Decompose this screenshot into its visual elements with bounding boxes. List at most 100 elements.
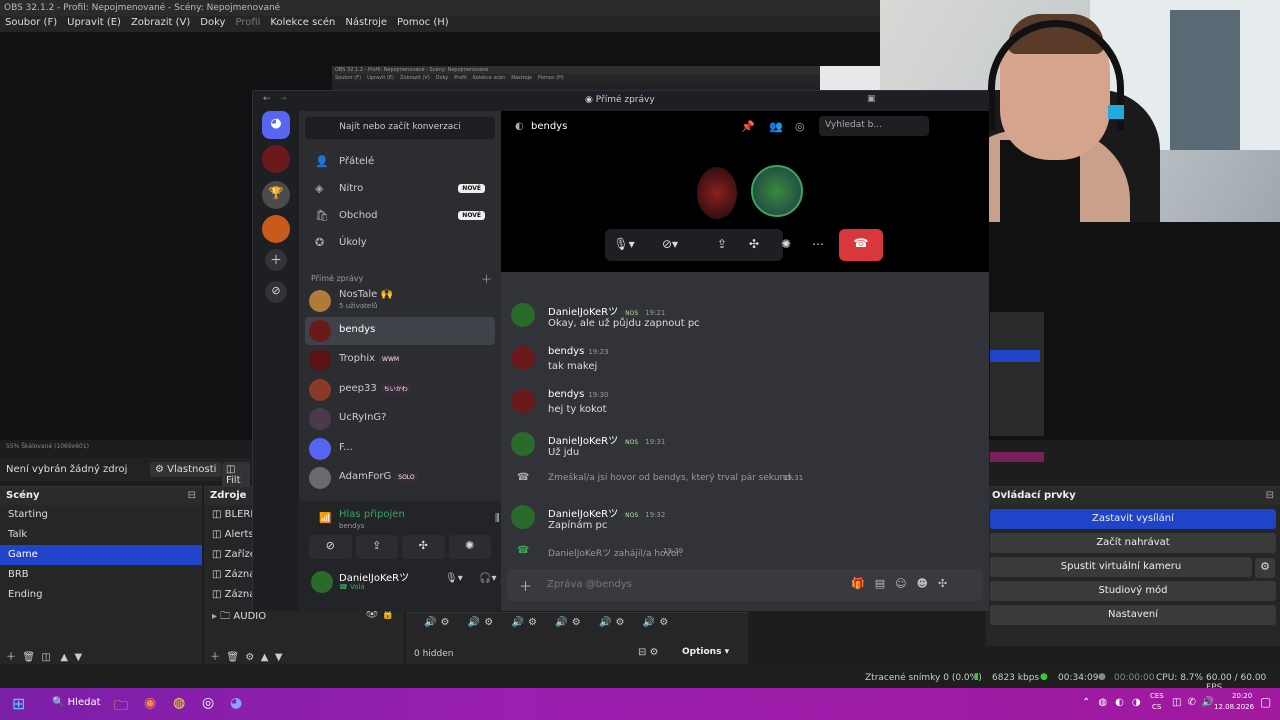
mic-icon[interactable]: 🎙▾	[445, 573, 463, 584]
menu-item[interactable]: Profil	[235, 17, 260, 31]
menu-item[interactable]: Upravit (E)	[67, 17, 121, 31]
discord-taskbar-icon[interactable]: ◕	[230, 695, 242, 711]
nav-item-přátelé[interactable]: 👤 Přátelé	[309, 151, 495, 175]
mixer-layout-icon[interactable]: ⊟ ⚙	[638, 647, 659, 658]
menu-item[interactable]: Zobrazit (V)	[131, 17, 190, 31]
settings-button[interactable]: Nastavení	[990, 605, 1276, 625]
new-dm-icon[interactable]: ＋	[481, 271, 492, 287]
move-up-icon[interactable]: ▲	[60, 652, 68, 663]
dm-item[interactable]: bendys	[305, 316, 495, 345]
message-header: DanielJoKeRツ NOS 19:21	[548, 303, 665, 318]
obs-menu-bar: Soubor (F) Upravit (E) Zobrazit (V) Doky Pro…	[0, 16, 880, 32]
discover-icon[interactable]: ⊘	[265, 281, 287, 303]
server-trophy-icon[interactable]: 🏆	[262, 181, 290, 209]
windows-start-icon[interactable]: ⊞	[12, 694, 25, 713]
camera-off-icon[interactable]: ⊘	[309, 535, 352, 559]
menu-item[interactable]: Nástroje	[345, 17, 387, 31]
filter-scene-icon[interactable]: ◫	[41, 652, 50, 663]
virtual-camera-button[interactable]: Spustit virtuální kameru	[990, 557, 1252, 577]
firefox-icon[interactable]: ◉	[144, 695, 156, 711]
source-up-icon[interactable]: ▲	[261, 652, 269, 663]
discord-home-icon[interactable]: ◕	[262, 111, 290, 139]
taskbar-search[interactable]: 🔍 Hledat	[52, 697, 101, 708]
menu-item[interactable]: Pomoc (H)	[397, 17, 449, 31]
window-title: ◉ Přímé zprávy	[585, 95, 655, 105]
dm-item[interactable]: NosTale 🙌 5 uživatelů	[305, 287, 495, 315]
call-activities-icon[interactable]: ✣	[739, 230, 769, 260]
back-arrow-icon[interactable]: ←	[263, 94, 271, 104]
message-avatar[interactable]	[511, 303, 535, 327]
source-down-icon[interactable]: ▼	[275, 652, 283, 663]
screenshare-icon[interactable]: ⇪	[355, 535, 398, 559]
menu-item[interactable]: Kolekce scén	[270, 17, 335, 31]
inbox-icon[interactable]: ▣	[867, 94, 876, 104]
dm-avatar-bubble[interactable]	[262, 145, 290, 173]
message-composer[interactable]: ＋ Zpráva @bendys 🎁▤☺☻✣	[507, 569, 983, 601]
composer-actions-icon[interactable]: 🎁▤☺☻✣	[851, 577, 957, 590]
nav-item-obchod[interactable]: 🛍 Obchod NOVÉ	[309, 205, 495, 229]
dock-icon[interactable]: ⊟	[188, 490, 196, 501]
obs-icon[interactable]: ◎	[202, 695, 214, 711]
menu-item[interactable]: Soubor (F)	[5, 17, 57, 31]
menu-item[interactable]: Doky	[200, 17, 225, 31]
options-button[interactable]: Options ▾	[682, 647, 729, 657]
scene-item[interactable]: BRB	[0, 565, 202, 585]
dm-item[interactable]: Trophix WWM	[305, 346, 495, 374]
call-soundboard-icon[interactable]: ✺	[771, 230, 801, 260]
headset-icon[interactable]: 🎧▾	[479, 573, 496, 584]
source-settings-icon[interactable]: ⚙	[245, 652, 254, 663]
call-screenshare-icon[interactable]: ⇪	[707, 230, 737, 260]
forward-arrow-icon[interactable]: →	[279, 94, 287, 104]
mixer-controls[interactable]: 🔊⚙ 🔊⚙ 🔊⚙ 🔊⚙ 🔊⚙ 🔊⚙	[424, 617, 672, 628]
activities-icon[interactable]: ✣	[402, 535, 445, 559]
start-recording-button[interactable]: Začít nahrávat	[990, 533, 1276, 553]
add-friend-icon[interactable]: 👥	[769, 120, 783, 133]
properties-button[interactable]: ⚙ Vlastnosti	[150, 462, 222, 477]
attach-icon[interactable]: ＋	[519, 576, 532, 595]
search-input[interactable]: Najít nebo začít konverzaci	[305, 117, 495, 139]
chrome-icon[interactable]: ◍	[173, 695, 185, 711]
chat-search-input[interactable]: Vyhledat b...	[819, 116, 929, 136]
dm-item[interactable]: AdamForG SOLO	[305, 464, 495, 492]
nav-item-úkoly[interactable]: ✪ Úkoly	[309, 232, 495, 256]
message-avatar[interactable]	[511, 505, 535, 529]
message-avatar[interactable]	[511, 432, 535, 456]
add-source-icon[interactable]: ＋	[210, 652, 220, 663]
message-avatar[interactable]	[511, 346, 535, 370]
hangup-button[interactable]: ☎	[839, 229, 883, 261]
remove-source-icon[interactable]: 🗑	[226, 652, 239, 663]
nitro-icon: ◈	[315, 182, 324, 195]
profile-icon[interactable]: ◎	[795, 120, 805, 133]
filters-button[interactable]: ◫ Filt	[222, 462, 250, 488]
scene-item[interactable]: Game	[0, 545, 202, 565]
add-scene-icon[interactable]: ＋	[6, 652, 16, 663]
move-down-icon[interactable]: ▼	[74, 652, 82, 663]
studio-mode-button[interactable]: Studiový mód	[990, 581, 1276, 601]
controls-dock-icon[interactable]: ⊟	[1266, 490, 1274, 501]
pin-icon[interactable]: 📌	[741, 120, 755, 133]
call-camera-icon[interactable]: ⊘▾	[655, 230, 685, 260]
dm-item[interactable]: F...	[305, 435, 495, 463]
add-server-icon[interactable]: ＋	[265, 249, 287, 271]
dm-item[interactable]: UcRyInG?	[305, 405, 495, 433]
nav-item-nitro[interactable]: ◈ Nitro NOVÉ	[309, 178, 495, 202]
tray-icons[interactable]: ⌃◍◐◑	[1082, 697, 1149, 708]
scene-item[interactable]: Talk	[0, 525, 202, 545]
call-more-icon[interactable]: ⋯	[803, 230, 833, 260]
remove-scene-icon[interactable]: 🗑	[22, 652, 35, 663]
call-mic-icon[interactable]: 🎙▾	[609, 230, 639, 260]
stop-stream-button[interactable]: Zastavit vysílání	[990, 509, 1276, 529]
message-avatar[interactable]	[511, 389, 535, 413]
explorer-icon[interactable]: 🗀	[114, 695, 128, 719]
preview-side-panel	[990, 312, 1044, 462]
user-avatar[interactable]	[311, 571, 333, 593]
scene-item[interactable]: Ending	[0, 585, 202, 605]
virtual-cam-settings-icon[interactable]: ⚙	[1255, 558, 1275, 578]
server-game-icon[interactable]	[262, 215, 290, 243]
dm-item[interactable]: peep33 ちいかわ	[305, 376, 495, 404]
expand-icon[interactable]: ▸	[212, 611, 217, 622]
soundboard-icon[interactable]: ✺	[448, 535, 491, 559]
notification-icon[interactable]: ▢	[1260, 695, 1271, 709]
scene-item[interactable]: Starting	[0, 505, 202, 525]
noise-icon[interactable]: ⫼	[495, 513, 500, 524]
